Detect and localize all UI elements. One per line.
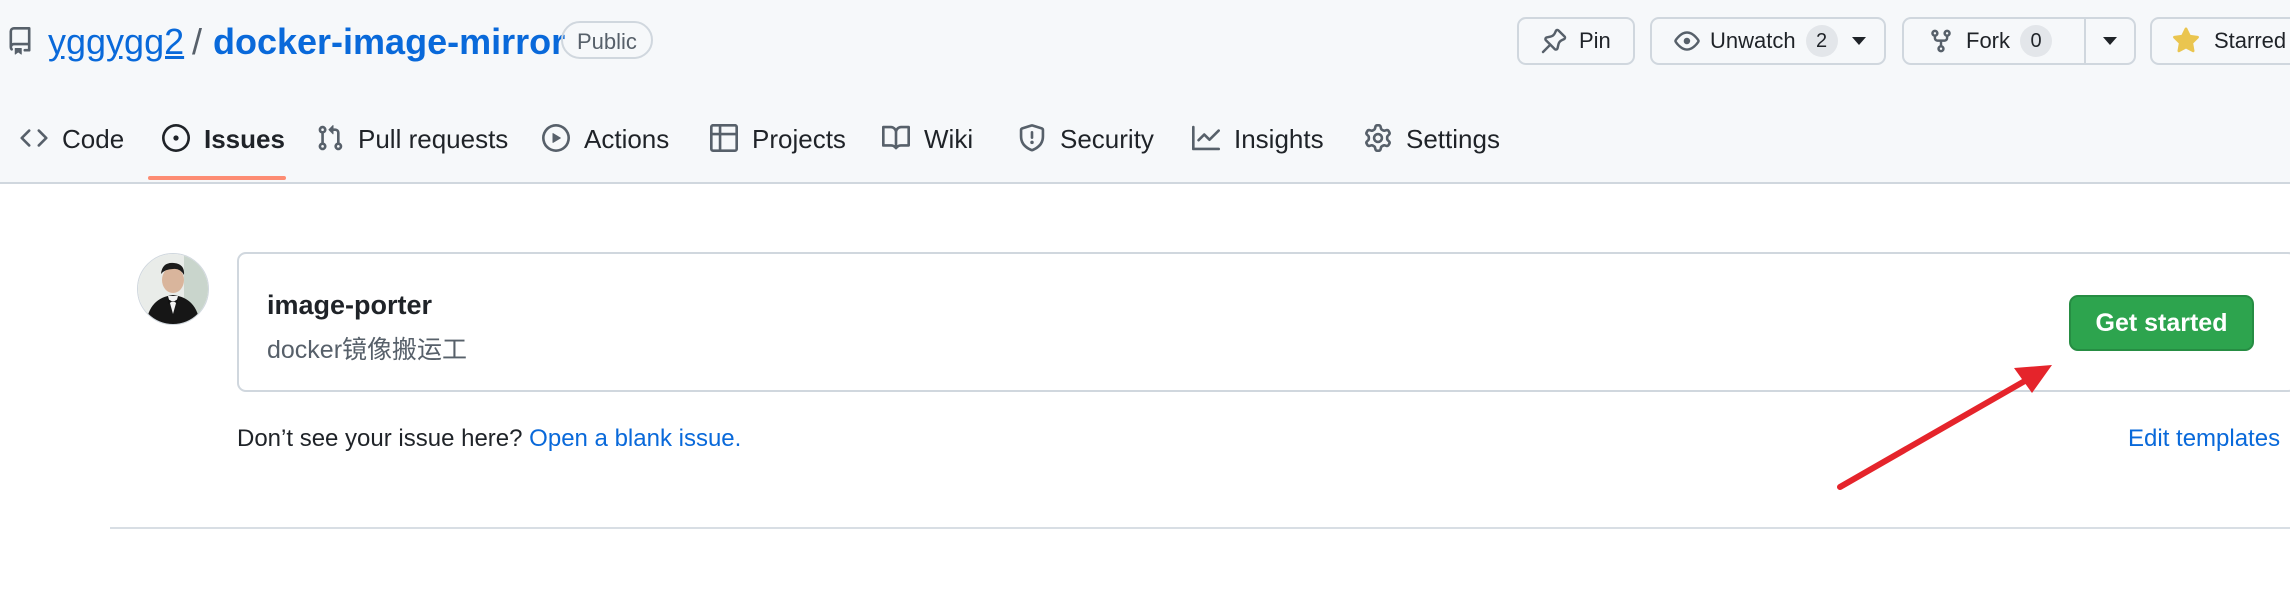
repo-owner-link[interactable]: yggygg2 xyxy=(48,20,184,64)
pin-icon xyxy=(1541,28,1567,54)
divider xyxy=(110,527,2290,529)
tab-pull-requests[interactable]: Pull requests xyxy=(316,112,508,182)
repo-icon xyxy=(9,27,31,55)
tab-actions[interactable]: Actions xyxy=(542,112,669,182)
tab-label: Pull requests xyxy=(358,124,509,154)
tab-label: Actions xyxy=(584,124,670,154)
visibility-badge: Public xyxy=(561,21,653,59)
starred-label: Starred xyxy=(2214,28,2287,53)
tab-label: Insights xyxy=(1234,124,1324,154)
repo-forked-icon xyxy=(1931,29,1951,53)
unwatch-label: Unwatch xyxy=(1710,28,1796,53)
tab-insights[interactable]: Insights xyxy=(1192,112,1324,182)
tab-label: Issues xyxy=(204,124,285,154)
gear-icon xyxy=(1365,124,1391,152)
tab-label: Settings xyxy=(1406,124,1500,154)
tab-issues[interactable]: Issues xyxy=(162,112,285,182)
blank-issue-prompt: Don’t see your issue here? Open a blank … xyxy=(237,425,741,453)
avatar-image xyxy=(138,254,208,324)
unwatch-button[interactable]: Unwatch 2 xyxy=(1650,17,1886,65)
get-started-button[interactable]: Get started xyxy=(2069,295,2254,351)
tab-label: Code xyxy=(62,124,125,154)
template-description: docker镜像搬运工 xyxy=(267,336,468,364)
tab-label: Security xyxy=(1060,124,1154,154)
watch-count: 2 xyxy=(1805,25,1838,57)
pin-label: Pin xyxy=(1579,28,1611,53)
issue-opened-icon xyxy=(162,124,190,152)
play-icon xyxy=(542,124,570,152)
chevron-down-icon xyxy=(2103,37,2117,45)
star-fill-icon xyxy=(2173,27,2199,53)
code-icon xyxy=(20,129,48,147)
fork-label: Fork xyxy=(1966,28,2010,53)
tab-label: Wiki xyxy=(924,124,974,154)
table-icon xyxy=(710,124,738,152)
avatar[interactable] xyxy=(137,253,209,325)
tab-settings[interactable]: Settings xyxy=(1364,112,1500,182)
active-tab-indicator xyxy=(148,176,286,180)
tab-label: Projects xyxy=(752,124,846,154)
graph-icon xyxy=(1192,125,1220,151)
tab-security[interactable]: Security xyxy=(1018,112,1154,182)
template-name: image-porter xyxy=(267,290,433,320)
edit-templates-link[interactable]: Edit templates xyxy=(2128,425,2280,453)
pin-button[interactable]: Pin xyxy=(1517,17,1635,65)
issue-template-card xyxy=(237,252,2290,392)
tab-code[interactable]: Code xyxy=(20,112,124,182)
fork-button[interactable]: Fork 0 xyxy=(1902,17,2086,65)
book-icon xyxy=(882,125,910,150)
tab-wiki[interactable]: Wiki xyxy=(882,112,973,182)
repo-path-separator: / xyxy=(192,21,203,62)
starred-button[interactable]: Starred xyxy=(2150,17,2290,65)
eye-icon xyxy=(1674,31,1700,51)
git-pull-request-icon xyxy=(318,125,343,151)
tab-projects[interactable]: Projects xyxy=(710,112,846,182)
fork-count: 0 xyxy=(2020,25,2052,57)
repo-name-link[interactable]: docker-image-mirror xyxy=(213,20,565,64)
blank-issue-question: Don’t see your issue here? xyxy=(237,425,523,452)
chevron-down-icon xyxy=(1851,37,1866,45)
fork-dropdown-button[interactable] xyxy=(2084,17,2136,65)
shield-icon xyxy=(1019,124,1045,152)
open-blank-issue-link[interactable]: Open a blank issue. xyxy=(529,425,741,452)
